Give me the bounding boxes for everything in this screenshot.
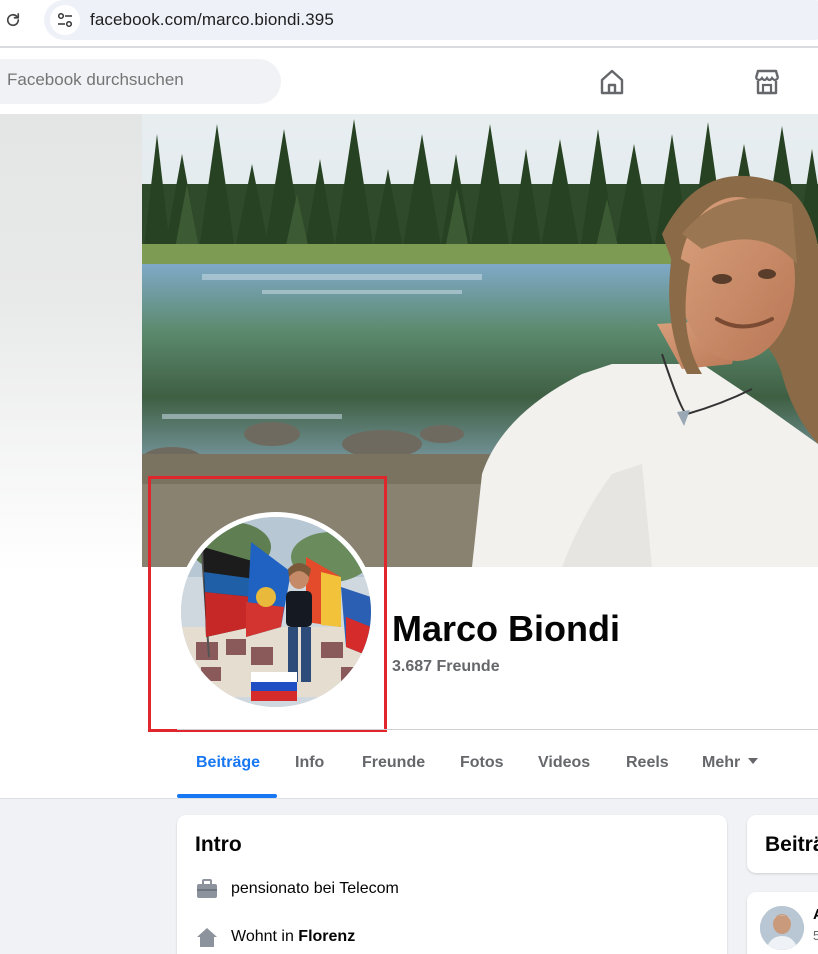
tab-reels[interactable]: Reels — [626, 754, 669, 772]
tab-fotos[interactable]: Fotos — [460, 754, 504, 772]
briefcase-icon — [197, 879, 217, 898]
search-input[interactable] — [7, 70, 267, 90]
url-domain: facebook.com — [90, 10, 198, 29]
address-bar[interactable]: facebook.com/marco.biondi.395 — [44, 0, 818, 40]
post-author-name[interactable]: A — [813, 906, 818, 923]
url-path: /marco.biondi.395 — [197, 10, 334, 29]
intro-lives-prefix: Wohnt in — [231, 928, 299, 945]
tabs-divider — [177, 729, 818, 730]
tab-videos[interactable]: Videos — [538, 754, 590, 772]
tab-info[interactable]: Info — [295, 754, 324, 772]
tab-beitraege[interactable]: Beiträge — [196, 754, 260, 772]
url-text[interactable]: facebook.com/marco.biondi.395 — [90, 10, 334, 30]
search-box[interactable] — [0, 59, 281, 104]
post-author-avatar[interactable] — [760, 906, 804, 950]
posts-card: Beiträge — [747, 815, 818, 873]
friends-count[interactable]: 3.687 Freunde — [392, 658, 500, 676]
home-icon[interactable] — [596, 66, 628, 98]
tab-mehr[interactable]: Mehr — [702, 754, 759, 772]
reload-icon[interactable] — [4, 11, 22, 29]
cover-side-gradient — [0, 114, 142, 574]
post-card: A 5 — [747, 892, 818, 954]
header-bottom-border — [0, 798, 818, 799]
posts-title: Beiträge — [765, 833, 818, 856]
house-icon — [197, 928, 217, 947]
intro-lives-city[interactable]: Florenz — [298, 928, 355, 945]
tab-freunde[interactable]: Freunde — [362, 754, 425, 772]
chevron-down-icon — [748, 758, 759, 764]
highlight-rectangle — [148, 476, 387, 732]
intro-card: Intro pensionato bei Telecom Wohnt in Fl… — [177, 815, 727, 954]
profile-name: Marco Biondi — [392, 608, 621, 649]
marketplace-icon[interactable] — [751, 66, 783, 98]
facebook-header — [0, 48, 818, 114]
intro-lives-text: Wohnt in Florenz — [231, 928, 355, 946]
tab-mehr-label: Mehr — [702, 754, 741, 771]
intro-title: Intro — [195, 833, 242, 856]
post-meta: 5 — [813, 928, 818, 943]
site-info-icon[interactable] — [50, 5, 80, 35]
intro-work-text: pensionato bei Telecom — [231, 880, 399, 897]
browser-toolbar: facebook.com/marco.biondi.395 — [0, 0, 818, 46]
